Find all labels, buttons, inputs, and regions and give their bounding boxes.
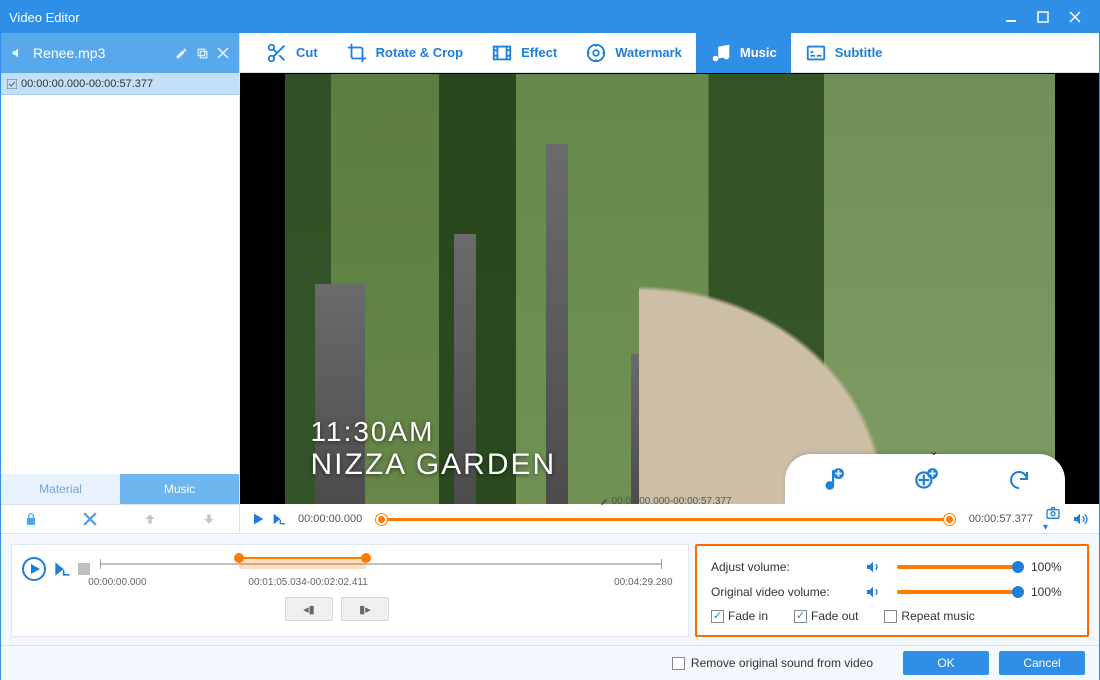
close-file-icon[interactable]	[217, 47, 229, 59]
minimize-button[interactable]	[995, 6, 1027, 28]
timeline-marker: 00:00:00.000-00:00:57.377	[599, 496, 731, 507]
remove-original-sound-checkbox[interactable]: Remove original sound from video	[672, 656, 873, 670]
close-button[interactable]	[1059, 6, 1091, 28]
sidebar-clip-range: 00:00:00.000-00:00:57.377	[21, 78, 153, 90]
panel-collapse-caret[interactable]: ⌄	[929, 444, 939, 458]
music-action-pill	[785, 454, 1065, 506]
sidebar-clip-item[interactable]: 00:00:00.000-00:00:57.377	[1, 73, 239, 95]
timeline-end-label: 00:00:57.377	[969, 513, 1033, 525]
repeat-music-label: Repeat music	[901, 609, 974, 623]
preview-overlay-text: 11:30AM NIZZA GARDEN	[311, 416, 557, 482]
adjust-volume-label: Adjust volume:	[711, 560, 859, 574]
tool-music-label: Music	[740, 45, 777, 60]
volume-panel: Adjust volume: 100% Original video volum…	[695, 544, 1089, 637]
music-track-ruler[interactable]: 00:00:00.000 00:01:05.034-00:02:02.411 0…	[100, 553, 678, 625]
fade-in-label: Fade in	[728, 609, 768, 623]
watermark-icon	[585, 42, 607, 64]
tool-rotate-label: Rotate & Crop	[376, 45, 463, 60]
tool-watermark[interactable]: Watermark	[571, 33, 696, 73]
lock-icon[interactable]	[24, 512, 38, 526]
crop-icon	[346, 42, 368, 64]
track-play-export-button[interactable]	[52, 559, 72, 579]
track-end-label: 00:04:29.280	[614, 577, 672, 588]
music-track-panel: 00:00:00.000 00:01:05.034-00:02:02.411 0…	[11, 544, 689, 637]
sidebar-header: Renee.mp3	[1, 33, 239, 73]
overlay-line2: NIZZA GARDEN	[311, 448, 557, 482]
play-button[interactable]	[250, 511, 266, 527]
bottom-panel: 00:00:00.000 00:01:05.034-00:02:02.411 0…	[1, 534, 1099, 646]
original-volume-value: 100%	[1031, 585, 1073, 599]
video-preview: 11:30AM NIZZA GARDEN ⌄	[240, 73, 1099, 504]
sidebar-tabs: Material Music	[1, 474, 239, 504]
track-play-button[interactable]	[22, 557, 46, 581]
fade-out-checkbox[interactable]: Fade out	[794, 609, 858, 623]
tab-music[interactable]: Music	[120, 474, 239, 504]
maximize-button[interactable]	[1027, 6, 1059, 28]
track-segment-label: 00:01:05.034-00:02:02.411	[248, 577, 367, 588]
tab-material[interactable]: Material	[1, 474, 120, 504]
move-up-icon[interactable]	[143, 512, 157, 526]
copy-icon[interactable]	[196, 47, 209, 60]
app-title: Video Editor	[9, 10, 80, 25]
tool-subtitle-label: Subtitle	[835, 45, 883, 60]
volume-icon[interactable]	[1071, 511, 1089, 527]
add-effect-icon[interactable]	[913, 467, 939, 493]
repeat-music-checkbox[interactable]: Repeat music	[884, 609, 974, 623]
tool-watermark-label: Watermark	[615, 45, 682, 60]
timeline-marker-label: 00:00:00.000-00:00:57.377	[611, 496, 731, 507]
remove-original-sound-label: Remove original sound from video	[691, 656, 873, 670]
preview-timeline: 00:00:00.000 00:00:00.000-00:00:57.377 0…	[240, 504, 1099, 534]
sidebar: Renee.mp3 00:00:00.000-00:00:57.377 Mate…	[1, 33, 240, 534]
adjust-volume-value: 100%	[1031, 560, 1073, 574]
tool-rotate-crop[interactable]: Rotate & Crop	[332, 33, 477, 73]
subtitle-icon	[805, 42, 827, 64]
main-toolbar: Cut Rotate & Crop Effect Watermark Music…	[240, 33, 1099, 73]
tool-cut[interactable]: Cut	[252, 33, 332, 73]
snapshot-icon[interactable]: ▾	[1043, 505, 1063, 533]
original-volume-speaker-icon[interactable]	[865, 584, 881, 600]
tool-cut-label: Cut	[296, 45, 318, 60]
tool-effect-label: Effect	[521, 45, 557, 60]
title-bar: Video Editor	[1, 1, 1099, 33]
edit-icon[interactable]	[175, 47, 188, 60]
timeline-track[interactable]: 00:00:00.000-00:00:57.377	[378, 515, 953, 523]
speaker-icon	[11, 46, 25, 60]
original-volume-slider[interactable]	[897, 590, 1019, 594]
trim-left-button[interactable]: ◂▮	[285, 597, 333, 621]
music-icon	[710, 42, 732, 64]
track-start-label: 00:00:00.000	[88, 577, 146, 588]
tool-music[interactable]: Music	[696, 33, 791, 73]
footer-bar: Remove original sound from video OK Canc…	[1, 646, 1099, 680]
timeline-start-label: 00:00:00.000	[298, 513, 362, 525]
preview-frame: 11:30AM NIZZA GARDEN	[285, 74, 1055, 504]
refresh-icon[interactable]	[1007, 468, 1031, 492]
original-volume-label: Original video volume:	[711, 585, 859, 599]
effect-icon	[491, 42, 513, 64]
tool-effect[interactable]: Effect	[477, 33, 571, 73]
track-stop-button[interactable]	[78, 563, 90, 575]
sidebar-tools	[1, 504, 239, 534]
adjust-volume-speaker-icon[interactable]	[865, 559, 881, 575]
ok-button[interactable]: OK	[903, 651, 989, 675]
fade-out-label: Fade out	[811, 609, 858, 623]
adjust-volume-slider[interactable]	[897, 565, 1019, 569]
delete-icon[interactable]	[83, 512, 97, 526]
add-music-icon[interactable]	[819, 467, 845, 493]
play-export-button[interactable]	[270, 511, 288, 527]
trim-right-button[interactable]: ▮▸	[341, 597, 389, 621]
sidebar-file-name: Renee.mp3	[33, 45, 105, 61]
cancel-button[interactable]: Cancel	[999, 651, 1085, 675]
move-down-icon[interactable]	[202, 512, 216, 526]
overlay-line1: 11:30AM	[311, 416, 557, 448]
clip-check-icon	[7, 79, 17, 89]
scissors-icon	[266, 42, 288, 64]
tool-subtitle[interactable]: Subtitle	[791, 33, 897, 73]
fade-in-checkbox[interactable]: Fade in	[711, 609, 768, 623]
